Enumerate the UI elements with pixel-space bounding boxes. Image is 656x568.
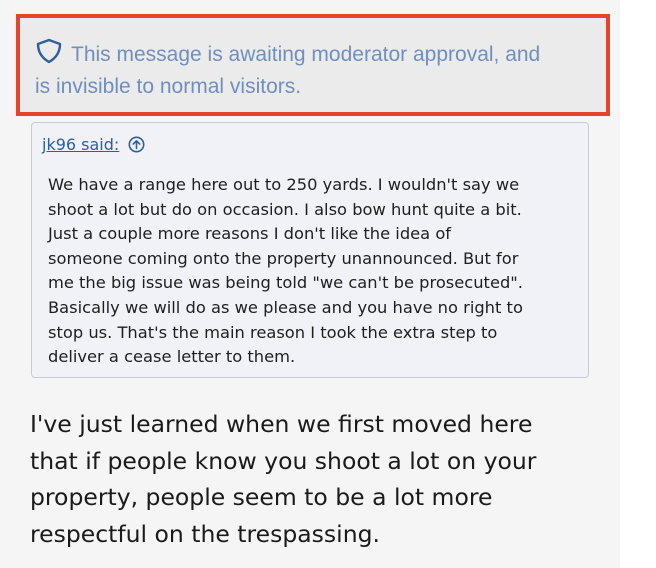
quote-body: We have a range here out to 250 yards. I…: [48, 173, 578, 370]
moderation-line-1: This message is awaiting moderator appro…: [71, 43, 541, 66]
quote-line: shoot a lot but do on occasion. I also b…: [48, 199, 522, 219]
quote-line: someone coming onto the property unannou…: [48, 248, 519, 268]
quote-line: me the big issue was being told "we can'…: [48, 273, 523, 293]
arrow-up-circle-icon[interactable]: [128, 136, 145, 153]
quote-block: jk96 said: We have a range here out to 2…: [31, 122, 589, 378]
quote-author-link[interactable]: jk96 said:: [42, 135, 119, 154]
quote-header: jk96 said:: [42, 133, 145, 155]
post-line: that if people know you shoot a lot on y…: [30, 446, 537, 475]
quote-line: deliver a cease letter to them.: [48, 347, 296, 367]
moderation-notice: This message is awaiting moderator appro…: [16, 14, 610, 116]
moderation-line-2: is invisible to normal visitors.: [35, 75, 302, 98]
quote-line: We have a range here out to 250 yards. I…: [48, 175, 520, 194]
quote-line: Basically we will do as we please and yo…: [48, 297, 523, 317]
quote-line: stop us. That's the main reason I took t…: [48, 322, 498, 342]
post-content-panel: This message is awaiting moderator appro…: [0, 0, 620, 568]
moderation-notice-text: This message is awaiting moderator appro…: [35, 38, 596, 103]
post-body-text: I've just learned when we first moved he…: [30, 406, 610, 552]
post-line: respectful on the trespassing.: [30, 519, 380, 548]
quote-line: Just a couple more reasons I don't like …: [48, 224, 452, 244]
post-line: property, people seem to be a lot more: [30, 483, 493, 511]
post-line: I've just learned when we first moved he…: [30, 410, 533, 438]
shield-icon: [35, 38, 63, 64]
